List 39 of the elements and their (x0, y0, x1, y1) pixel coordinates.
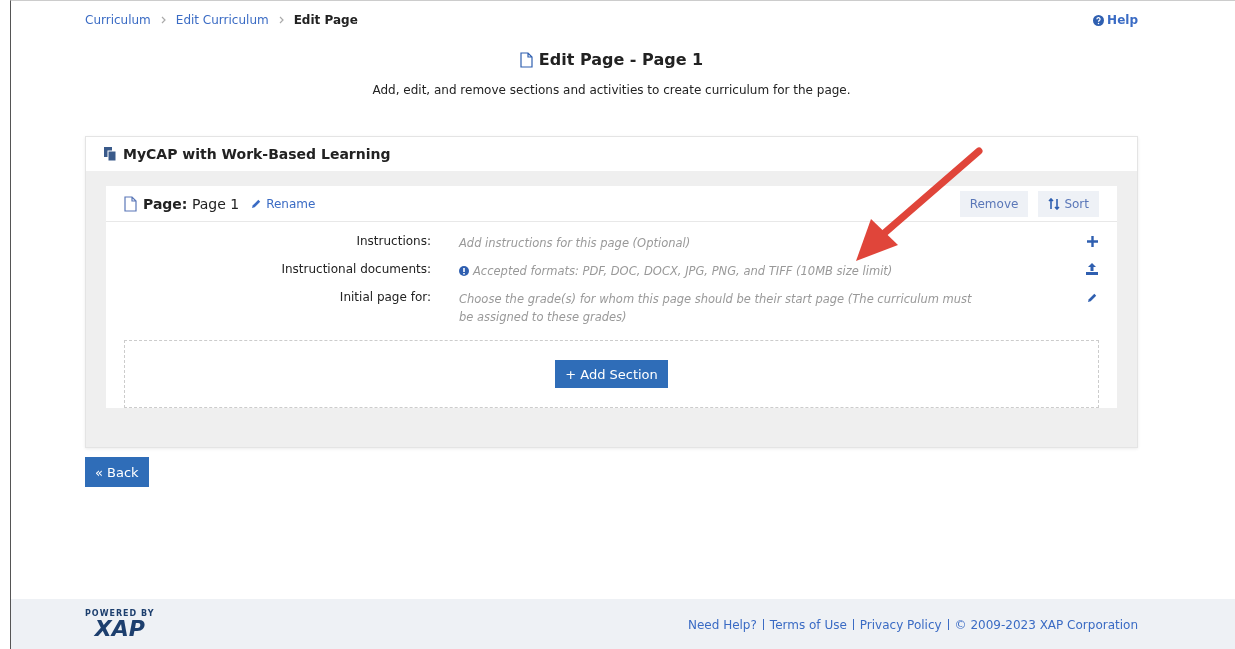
breadcrumb-link[interactable]: Curriculum (85, 13, 151, 27)
page-title: Edit Page - Page 1 (538, 50, 704, 69)
curriculum-title: MyCAP with Work-Based Learning (123, 146, 391, 162)
footer-link[interactable]: Privacy Policy (859, 617, 942, 632)
chevron-icon (278, 16, 284, 24)
add-section-button[interactable]: + Add Section (555, 360, 668, 388)
document-icon (519, 51, 533, 68)
field-label: Instructions: (355, 234, 431, 250)
plus-icon (1086, 235, 1098, 247)
copy-icon (104, 147, 117, 161)
copyright: © 2009-2023 XAP Corporation (954, 617, 1138, 632)
add-button[interactable] (1085, 234, 1099, 248)
sort-icon (1048, 197, 1061, 210)
breadcrumb-current: Edit Page (293, 13, 358, 27)
field-hint: Choose the grade(s) for whom this page should be their start page (The curriculum must be assigned to these grades) (459, 291, 973, 326)
info-icon (459, 266, 469, 276)
help-icon (1093, 14, 1105, 26)
help-link[interactable]: Help (1093, 13, 1138, 27)
field-label: Instructional documents: (280, 262, 431, 278)
remove-button[interactable]: Remove (959, 190, 1029, 217)
footer-link[interactable]: Terms of Use (769, 617, 847, 632)
field-hint: Accepted formats: PDF, DOC, DOCX, JPG, PNG, and TIFF (10MB size limit) (459, 262, 989, 280)
field-label: Initial page for: (338, 290, 431, 306)
footer-link[interactable]: Need Help? (687, 617, 757, 632)
page-name: Page: Page 1 (143, 195, 240, 212)
upload-button[interactable] (1085, 262, 1099, 276)
back-button[interactable]: « Back (85, 457, 149, 487)
powered-by-text: POWERED BY (85, 609, 155, 618)
logo: XAP (94, 618, 145, 640)
rename-link[interactable]: Rename (251, 196, 316, 211)
sort-button[interactable]: Sort (1038, 190, 1099, 217)
chevron-icon (160, 16, 166, 24)
document-icon (124, 195, 137, 212)
breadcrumb-link[interactable]: Edit Curriculum (175, 13, 269, 27)
pencil-icon (251, 198, 263, 209)
pencil-icon (1086, 291, 1098, 303)
field-hint: Add instructions for this page (Optional) (459, 235, 692, 252)
upload-icon (1086, 263, 1098, 275)
page-subtitle: Add, edit, and remove sections and activities to create curriculum for the page. (371, 83, 852, 97)
